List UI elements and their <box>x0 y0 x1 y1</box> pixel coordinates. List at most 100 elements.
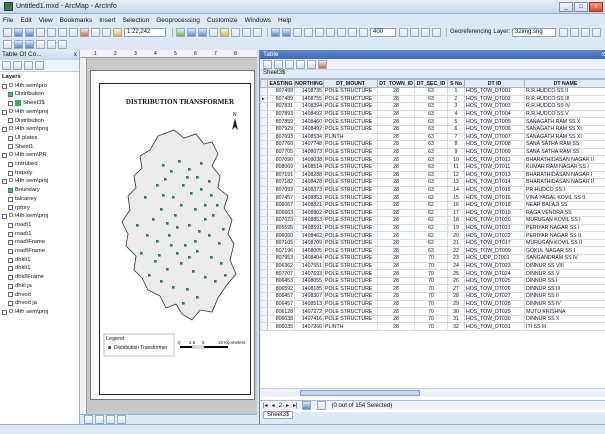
identify-icon[interactable] <box>399 27 408 37</box>
table-cell[interactable]: 28 <box>377 231 415 240</box>
table-cell[interactable]: 1408460 <box>294 117 324 126</box>
table-cell[interactable]: 1408534 <box>294 132 324 142</box>
table-row[interactable]: 806038 1407416 POLE STRUCTURE 28 70 31 HOS_TOW… <box>260 314 605 324</box>
table-cell[interactable]: POLE STRUCTURE <box>323 254 378 263</box>
table-cell[interactable]: 806457 <box>267 292 295 301</box>
table-cell[interactable]: 28 <box>377 238 415 248</box>
table-cell[interactable]: 8 <box>447 140 465 149</box>
table-cell[interactable]: HOS_TOW_DT027 <box>464 292 525 301</box>
table-cell[interactable]: 808069 <box>267 162 295 172</box>
table-cell[interactable]: 62 <box>414 238 448 248</box>
row-selector[interactable] <box>260 178 268 187</box>
rotate-icon[interactable] <box>559 27 569 37</box>
table-cell[interactable]: HOS_TOW_DT020 <box>464 216 525 225</box>
editor-icon[interactable] <box>176 27 185 37</box>
table-cell[interactable]: BHARATHIDASAN NAGAR II <box>524 155 605 164</box>
row-selector[interactable] <box>260 261 268 271</box>
data-view-icon[interactable] <box>84 415 93 424</box>
table-cell[interactable]: 28 <box>377 102 415 111</box>
table-cell[interactable]: HOS_TOW_DT005 <box>464 117 525 126</box>
table-cell[interactable]: 62 <box>414 200 448 210</box>
table-cell[interactable]: 14 <box>447 185 465 195</box>
table-cell[interactable]: 28 <box>377 124 415 134</box>
list-by-drawing-order-icon[interactable] <box>2 61 11 70</box>
table-cell[interactable]: POLE STRUCTURE <box>323 238 378 248</box>
table-cell[interactable]: 1407416 <box>294 314 324 324</box>
toc-layer-item[interactable]: D:\4th sem\proj <box>2 125 77 134</box>
table-row[interactable]: 807693 1408534 PLINTH 28 63 7 HOS_TOW_DT007 SAN… <box>260 132 605 142</box>
add-data-icon[interactable] <box>113 27 122 37</box>
layer-visibility-checkbox[interactable] <box>2 127 7 133</box>
table-cell[interactable]: 807929 <box>267 124 295 134</box>
row-selector[interactable] <box>260 223 268 233</box>
table-cell[interactable]: MURUGAN KOVIL SS I <box>524 216 605 225</box>
map-scale-combo[interactable]: 1:22,242 <box>124 27 166 37</box>
table-cell[interactable]: SANA SATHA RAM SS <box>524 147 605 157</box>
toc-layer-item[interactable]: trapoly <box>2 169 77 178</box>
table-cell[interactable]: MUTU KRISHNA <box>524 307 605 316</box>
table-cell[interactable]: 1408462 <box>294 231 324 240</box>
table-cell[interactable]: HOS_TOW_DT009 <box>464 147 525 157</box>
toc-layer-item[interactable]: dhkl\1 <box>2 256 77 265</box>
layer-visibility-checkbox[interactable] <box>8 144 13 150</box>
delete-icon[interactable] <box>80 27 89 37</box>
full-extent-icon[interactable] <box>304 27 313 37</box>
row-selector[interactable] <box>260 216 268 225</box>
layer-visibility-checkbox[interactable] <box>8 187 13 193</box>
table-options-icon[interactable] <box>263 59 272 69</box>
table-cell[interactable]: 19 <box>447 223 465 233</box>
menu-view[interactable]: View <box>39 17 53 24</box>
table-cell[interactable]: 28 <box>377 170 415 180</box>
zoom-in-icon[interactable] <box>271 27 280 37</box>
table-cell[interactable]: VINA YAGAL KOVIL SS II <box>524 193 605 202</box>
table-cell[interactable]: POLE STRUCTURE <box>323 314 378 324</box>
table-cell[interactable]: 807831 <box>267 102 295 111</box>
table-cell[interactable]: HOS_TOW_DT002 <box>464 94 525 104</box>
table-cell[interactable]: POLE STRUCTURE <box>323 261 378 271</box>
row-selector[interactable] <box>260 269 268 278</box>
maximize-button[interactable]: □ <box>574 2 588 12</box>
table-cell[interactable]: 806457 <box>267 299 295 309</box>
table-cell[interactable]: 63 <box>414 178 448 187</box>
table-cell[interactable]: HOS_TOW_DT015 <box>464 185 525 195</box>
column-header[interactable]: DT_SEC_ID <box>414 79 448 88</box>
menu-customize[interactable]: Customize <box>207 17 238 24</box>
layers-dataframe[interactable]: Layers <box>2 73 77 82</box>
table-row[interactable]: 807499 1408735 POLE STRUCTURE 28 63 1 HOS_TOW_… <box>260 87 605 96</box>
toc-layer-item[interactable]: dhkl ja <box>2 282 77 291</box>
table-tab-sheet3[interactable]: Sheet3$ <box>263 411 294 419</box>
table-cell[interactable]: 63 <box>414 140 448 149</box>
table-cell[interactable]: POLE STRUCTURE <box>323 109 378 119</box>
table-cell[interactable]: MURUGAN KOVIL SS II <box>524 238 605 248</box>
table-cell[interactable]: 1408853 <box>294 216 324 225</box>
table-cell[interactable]: POLE STRUCTURE <box>323 185 378 195</box>
table-cell[interactable]: 5 <box>447 117 465 126</box>
layer-visibility-checkbox[interactable] <box>8 135 13 141</box>
table-cell[interactable]: POLE STRUCTURE <box>323 117 378 126</box>
next-record-button[interactable]: ▸ <box>286 402 289 409</box>
table-cell[interactable]: 12 <box>447 170 465 180</box>
related-tables-icon[interactable] <box>274 59 283 69</box>
table-cell[interactable]: 32 <box>447 322 465 331</box>
table-cell[interactable]: HOS_TOW_DT017 <box>464 238 525 248</box>
row-selector[interactable] <box>260 147 268 157</box>
layer-visibility-checkbox[interactable] <box>8 205 13 211</box>
switch-selection-icon[interactable] <box>296 59 305 69</box>
table-cell[interactable]: 1408492 <box>294 109 324 119</box>
table-cell[interactable]: 806067 <box>267 200 295 210</box>
select-features-icon[interactable] <box>359 27 368 37</box>
link-table-icon[interactable] <box>592 27 602 37</box>
layer-visibility-checkbox[interactable] <box>2 109 7 115</box>
table-row[interactable]: 807105 1408709 POLE STRUCTURE 28 62 21 HOS_TOW… <box>260 238 605 248</box>
scrollbar-thumb[interactable] <box>300 390 420 396</box>
georeferencing-label[interactable]: Georeferencing <box>450 29 491 35</box>
table-cell[interactable]: 27 <box>447 284 465 294</box>
table-cell[interactable]: POLE STRUCTURE <box>323 284 378 294</box>
row-selector[interactable] <box>260 117 268 126</box>
table-cell[interactable]: 28 <box>377 117 415 126</box>
table-cell[interactable]: POLE STRUCTURE <box>323 170 378 180</box>
layout-zoom-in-icon[interactable] <box>14 39 23 49</box>
table-cell[interactable]: 17 <box>447 208 465 218</box>
table-cell[interactable]: 807489 <box>267 94 295 104</box>
row-selector[interactable] <box>260 132 268 142</box>
